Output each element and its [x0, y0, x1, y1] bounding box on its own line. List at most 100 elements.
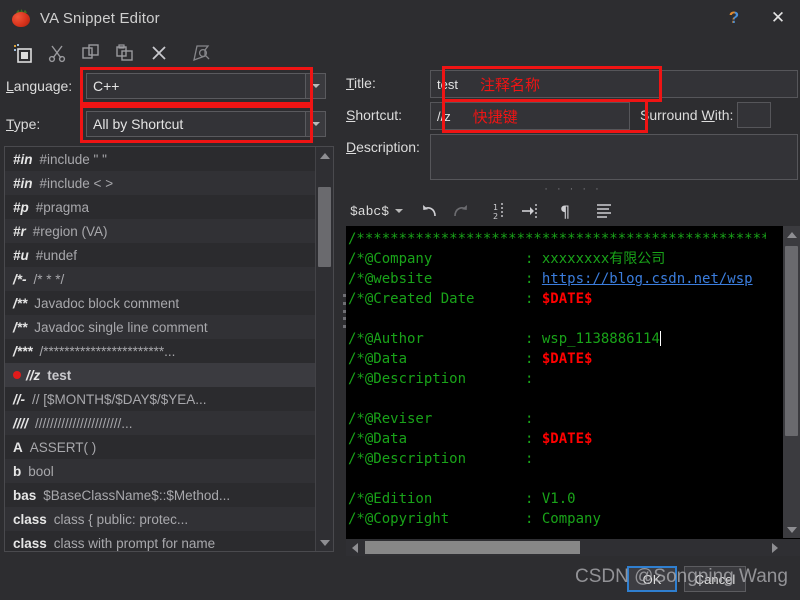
snippet-list-item[interactable]: #u #undef: [5, 243, 317, 267]
insert-variable-button[interactable]: $abc$: [350, 204, 404, 219]
code-line: /*@Data : $DATE$: [348, 429, 766, 449]
title-label-rest: itle:: [354, 75, 376, 91]
snippet-title: test: [47, 367, 72, 383]
code-scroll-thumb[interactable]: [785, 246, 798, 436]
snippet-list-item[interactable]: /*- /* * */: [5, 267, 317, 291]
code-line: /*@Copyright : Company: [348, 509, 766, 529]
snippet-code-editor[interactable]: /***************************************…: [346, 226, 800, 556]
snippet-list-item[interactable]: #in #include " ": [5, 147, 317, 171]
snippet-list-item[interactable]: b bool: [5, 459, 317, 483]
chevron-down-icon[interactable]: [395, 209, 404, 213]
code-token: /*@Edition :: [348, 491, 542, 507]
code-scroll-left-icon[interactable]: [346, 539, 363, 556]
surround-with-input[interactable]: [737, 102, 772, 128]
language-chevron-down-icon[interactable]: [306, 73, 326, 99]
snippet-title: Javadoc single line comment: [34, 319, 208, 335]
snippet-title: /***********************...: [39, 343, 176, 359]
code-token: /*@website :: [348, 271, 542, 287]
find-icon[interactable]: [188, 40, 218, 66]
title-input-value: test: [437, 76, 458, 92]
new-snippet-icon[interactable]: [8, 40, 38, 66]
align-icon[interactable]: [589, 198, 619, 224]
dialog-footer: OK Cancel: [0, 558, 800, 600]
snippet-list-item[interactable]: A ASSERT( ): [5, 435, 317, 459]
svg-text:¶: ¶: [560, 202, 570, 221]
code-token: xxxxxxxx有限公司: [541, 251, 666, 267]
undo-icon[interactable]: [415, 198, 445, 224]
snippet-list-item[interactable]: bas $BaseClassName$::$Method...: [5, 483, 317, 507]
snippet-list-item[interactable]: #r #region (VA): [5, 219, 317, 243]
shortcut-input[interactable]: //z 快捷键: [430, 102, 630, 130]
snippet-title: bool: [28, 463, 54, 479]
snippet-shortcut: #r: [13, 223, 26, 239]
code-vertical-scrollbar[interactable]: [783, 226, 800, 538]
snippet-title: #include " ": [39, 151, 107, 167]
snippet-list-item[interactable]: //// ///////////////////////...: [5, 411, 317, 435]
snippet-list-item[interactable]: class class { public: protec...: [5, 507, 317, 531]
snippet-title: /* * */: [33, 271, 65, 287]
ok-button[interactable]: OK: [627, 566, 677, 592]
language-row: Language: C++: [6, 67, 340, 105]
code-scroll-up-icon[interactable]: [783, 226, 800, 243]
close-button[interactable]: ✕: [756, 0, 800, 36]
cut-icon[interactable]: [42, 40, 72, 66]
snippet-list[interactable]: #in #include " " #in #include < > #p #pragma #…: [4, 146, 334, 552]
description-input[interactable]: [430, 134, 798, 180]
paste-icon[interactable]: [110, 40, 140, 66]
description-resize-grip[interactable]: · · · · ·: [346, 184, 800, 196]
delete-icon[interactable]: [144, 40, 174, 66]
type-chevron-down-icon[interactable]: [306, 111, 326, 137]
snippet-list-item[interactable]: class class with prompt for name: [5, 531, 317, 551]
cancel-button[interactable]: Cancel: [684, 566, 746, 592]
snippet-list-rows: #in #include " " #in #include < > #p #pragma #…: [5, 147, 317, 551]
shortcut-input-value: //z: [437, 108, 451, 124]
code-line: /*@Author : wsp_1138886114: [348, 329, 766, 349]
code-scroll-down-icon[interactable]: [783, 521, 800, 538]
help-icon: ?: [728, 8, 740, 27]
shortcut-label-rest: hortcut:: [355, 107, 403, 123]
code-line: /*@Description :: [348, 449, 766, 469]
snippet-list-item[interactable]: /*** /***********************...: [5, 339, 317, 363]
snippet-shortcut: ////: [13, 415, 29, 431]
code-hscroll-thumb[interactable]: [365, 541, 580, 554]
snippet-title: ASSERT( ): [29, 439, 97, 455]
help-button[interactable]: ?: [712, 0, 756, 36]
description-label: Description:: [346, 139, 420, 155]
language-label: Language:: [6, 78, 73, 94]
scroll-down-icon[interactable]: [316, 534, 333, 551]
indent-icon[interactable]: [515, 198, 545, 224]
redo-icon[interactable]: [445, 198, 475, 224]
text-caret: [659, 331, 661, 346]
code-line: /*@Reviser :: [348, 409, 766, 429]
snippet-shortcut: /***: [13, 343, 33, 359]
tomato-icon: [10, 8, 32, 28]
code-horizontal-scrollbar[interactable]: [346, 539, 800, 556]
snippet-list-item[interactable]: //z test: [5, 363, 317, 387]
snippet-list-scrollbar[interactable]: [315, 147, 333, 551]
code-scroll-right-icon[interactable]: [766, 539, 783, 556]
code-line: /*@Edition : V1.0: [348, 489, 766, 509]
snippet-list-item[interactable]: /** Javadoc single line comment: [5, 315, 317, 339]
paragraph-marks-icon[interactable]: ¶: [551, 198, 581, 224]
shortcut-label: Shortcut:: [346, 107, 403, 123]
scroll-up-icon[interactable]: [316, 147, 333, 164]
language-combo[interactable]: C++: [86, 73, 306, 99]
reformat-icon[interactable]: 1 2: [485, 198, 515, 224]
snippet-list-scroll-thumb[interactable]: [318, 187, 331, 267]
snippet-list-item[interactable]: //- // [$MONTH$/$DAY$/$YEA...: [5, 387, 317, 411]
title-input[interactable]: test 注释名称: [430, 70, 798, 98]
snippet-list-item[interactable]: #in #include < >: [5, 171, 317, 195]
copy-icon[interactable]: [76, 40, 106, 66]
code-line: /*@Created Date : $DATE$: [348, 289, 766, 309]
snippet-list-item[interactable]: /** Javadoc block comment: [5, 291, 317, 315]
snippet-list-item[interactable]: #p #pragma: [5, 195, 317, 219]
snippet-title: #pragma: [35, 199, 90, 215]
va-snippet-editor-window: VA Snippet Editor ? ✕ Language: C++ Type…: [0, 0, 800, 600]
type-combo[interactable]: All by Shortcut: [86, 111, 306, 137]
snippet-shortcut: /**: [13, 295, 28, 311]
snippet-shortcut: #p: [13, 199, 29, 215]
code-line: /***************************************…: [348, 229, 766, 249]
snippet-title: #region (VA): [32, 223, 108, 239]
snippet-title: // [$MONTH$/$DAY$/$YEA...: [32, 391, 207, 407]
